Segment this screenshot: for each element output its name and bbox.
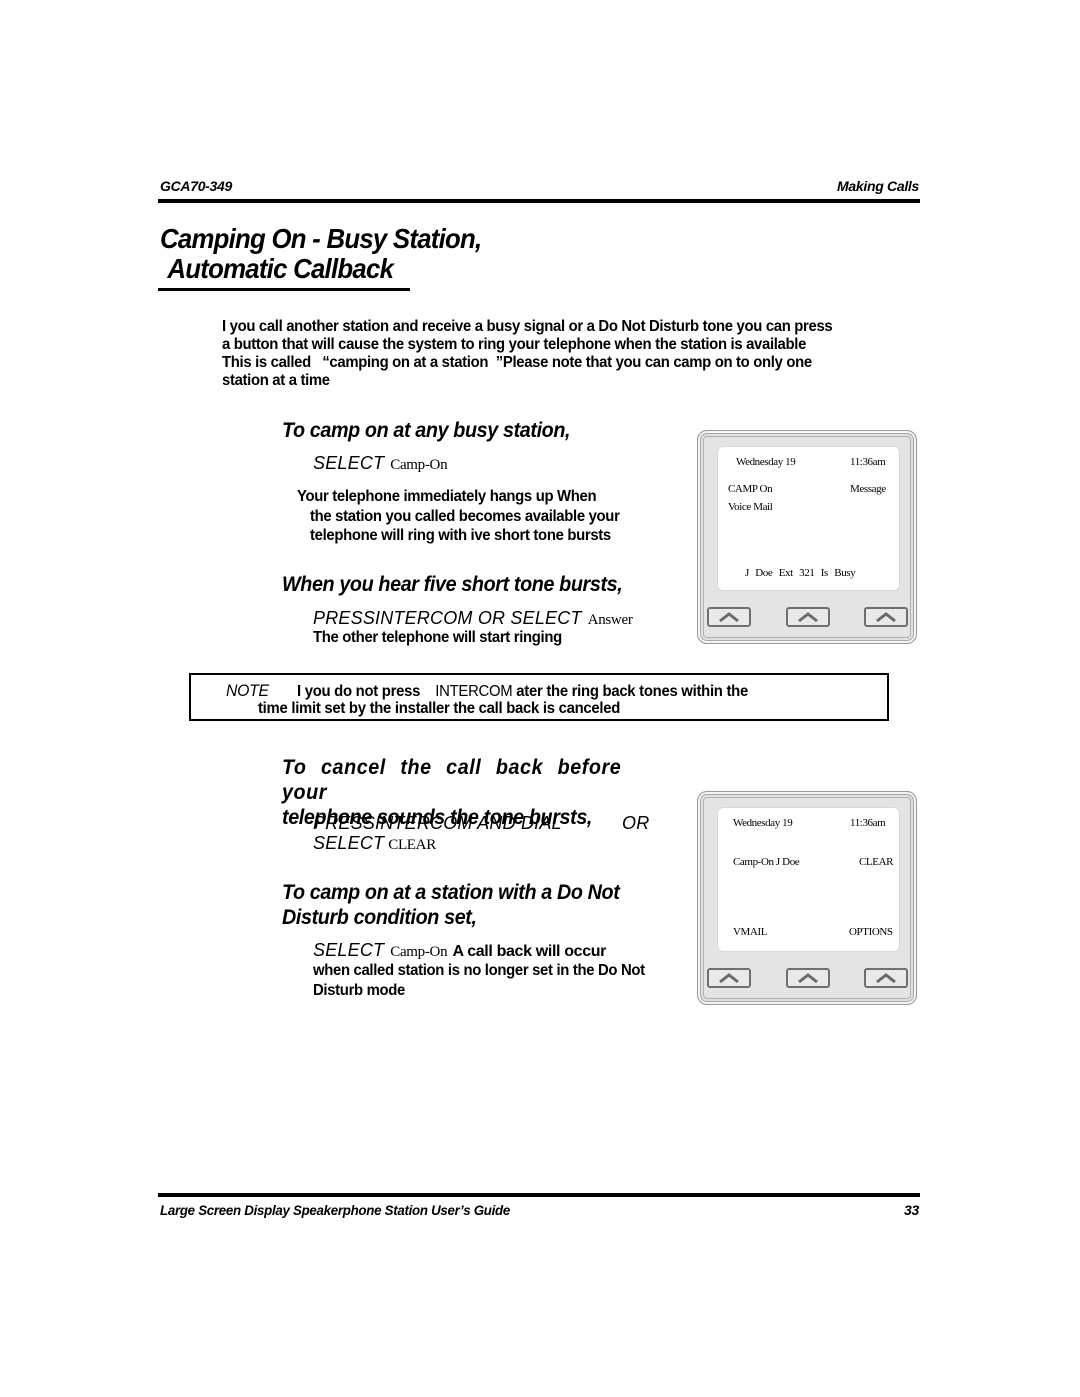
- instruction-press-intercom-or-answer: PRESSINTERCOM OR SELECT Answer: [313, 608, 633, 629]
- phone-display-camped-on: Wednesday 19 11:36am Camp-On J Doe CLEAR…: [697, 791, 917, 1005]
- page-title-line-1: Camping On - Busy Station,: [160, 223, 482, 254]
- softkey-label-camp-on: Camp-On: [390, 944, 448, 960]
- lcd-status-message: J Doe Ext 321 Is Busy: [745, 567, 856, 579]
- section-heading-do-not-disturb: To camp on at a station with a Do Not Di…: [282, 880, 620, 930]
- softkey-button-2[interactable]: [786, 607, 830, 627]
- heading-line-2: Disturb condition set,: [282, 906, 477, 929]
- softkey-button-1[interactable]: [707, 968, 751, 988]
- softkey-label-answer: Answer: [587, 612, 633, 628]
- instruction-select-clear: SELECT CLEAR: [313, 833, 436, 854]
- heading-line-1: To cancel the call back before your: [282, 756, 622, 804]
- title-underline: [158, 288, 410, 291]
- chevron-up-icon: [719, 973, 739, 984]
- page-title: Camping On - Busy Station, Automatic Cal…: [160, 223, 482, 284]
- chevron-up-icon: [876, 612, 896, 623]
- softkey-button-1[interactable]: [707, 607, 751, 627]
- section-body-tone-bursts: The other telephone will start ringing: [313, 629, 562, 646]
- instruction-or: OR: [622, 813, 650, 833]
- softkey-button-3[interactable]: [864, 607, 908, 627]
- chevron-up-icon: [798, 612, 818, 623]
- softkey-row: [698, 968, 916, 990]
- note-text-b: ater the ring back tones within the: [516, 683, 748, 700]
- instruction-select-camp-on: SELECT Camp-On: [313, 453, 448, 474]
- lcd-camp-on-status: Camp-On J Doe: [733, 856, 800, 868]
- instruction-verb: SELECT: [313, 940, 385, 960]
- lcd-softkey-options[interactable]: OPTIONS: [849, 926, 893, 938]
- note-key-intercom: INTERCOM: [435, 683, 513, 700]
- page-title-line-2: Automatic Callback: [167, 253, 394, 284]
- section-body-busy-station: Your telephone immediately hangs up When…: [297, 487, 669, 546]
- lcd-screen: Wednesday 19 11:36am CAMP On Message Voi…: [718, 447, 899, 590]
- softkey-button-2[interactable]: [786, 968, 830, 988]
- intro-paragraph: I you call another station and receive a…: [222, 318, 833, 389]
- lcd-softkey-message[interactable]: Message: [850, 483, 886, 495]
- instruction-press-intercom-dial: PRESSINTERCOM AND DIAL: [313, 813, 562, 833]
- note-text-a: I you do not press: [296, 683, 421, 700]
- document-id: GCA70-349: [160, 178, 233, 194]
- chevron-up-icon: [798, 973, 818, 984]
- softkey-label-clear: CLEAR: [388, 837, 436, 853]
- lcd-time: 11:36am: [850, 456, 886, 468]
- heading-line-1: To camp on at a station with a Do Not: [282, 881, 620, 904]
- softkey-label-camp-on: Camp-On: [390, 457, 448, 473]
- lcd-time: 11:36am: [850, 817, 886, 829]
- body-rest: the station you called becomes available…: [310, 507, 620, 545]
- header-rule: [158, 199, 920, 203]
- lcd-screen: Wednesday 19 11:36am Camp-On J Doe CLEAR…: [718, 808, 899, 951]
- instruction-verb: SELECT: [313, 453, 385, 473]
- chapter-title: Making Calls: [837, 178, 919, 194]
- lcd-softkey-clear[interactable]: CLEAR: [859, 856, 893, 868]
- softkey-row: [698, 607, 916, 629]
- instruction-inline-text: A call back will occur: [452, 943, 607, 960]
- instruction-select-camp-on-dnd: SELECT Camp-On A call back will occur: [313, 940, 673, 961]
- section-body-do-not-disturb: when called station is no longer set in …: [313, 962, 645, 999]
- lcd-date: Wednesday 19: [736, 456, 796, 468]
- section-heading-tone-bursts: When you hear five short tone bursts,: [282, 573, 623, 596]
- lcd-softkey-vmail[interactable]: VMAIL: [733, 926, 767, 938]
- guide-title: Large Screen Display Speakerphone Statio…: [160, 1202, 511, 1218]
- body-line-1: Your telephone immediately hangs up When: [297, 488, 597, 505]
- section-heading-busy-station: To camp on at any busy station,: [282, 419, 571, 442]
- lcd-softkey-camp-on[interactable]: CAMP On: [728, 483, 773, 495]
- note-label: NOTE: [226, 681, 269, 700]
- instruction-verb: PRESSINTERCOM OR SELECT: [313, 608, 582, 628]
- lcd-softkey-voice-mail[interactable]: Voice Mail: [728, 501, 773, 513]
- note-line-1: NOTE I you do not press INTERCOM ater th…: [226, 681, 787, 701]
- page-number: 33: [904, 1202, 919, 1218]
- softkey-button-3[interactable]: [864, 968, 908, 988]
- chevron-up-icon: [876, 973, 896, 984]
- footer-rule: [158, 1193, 920, 1197]
- note-line-2: time limit set by the installer the call…: [258, 700, 621, 717]
- chevron-up-icon: [719, 612, 739, 623]
- lcd-date: Wednesday 19: [733, 817, 793, 829]
- instruction-verb: SELECT: [313, 833, 385, 853]
- phone-display-busy: Wednesday 19 11:36am CAMP On Message Voi…: [697, 430, 917, 644]
